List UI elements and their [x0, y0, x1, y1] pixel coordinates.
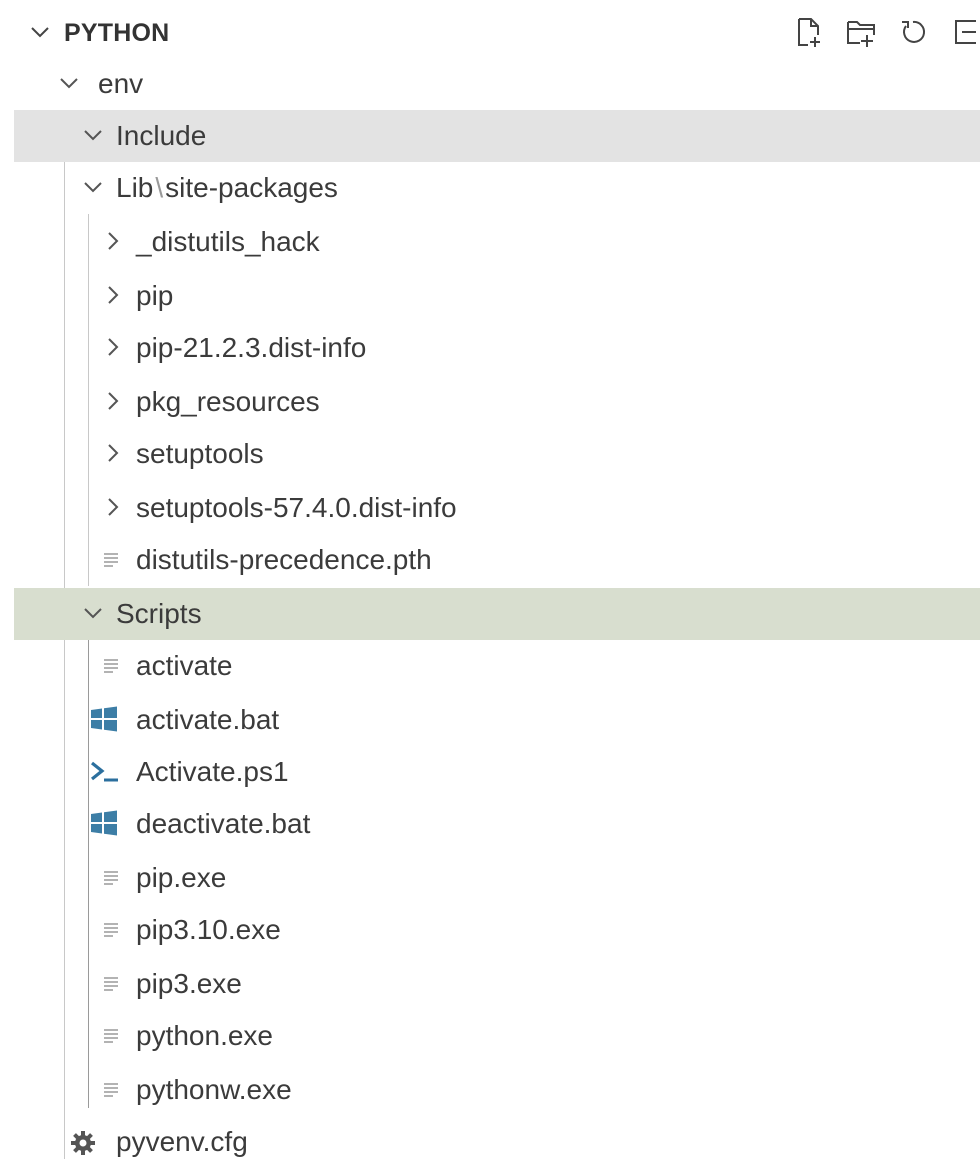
- path-separator: \: [155, 172, 164, 203]
- text-file-icon: [102, 550, 122, 570]
- text-file-icon: [102, 974, 122, 994]
- tree-row-pip-dist-info[interactable]: pip-21.2.3.dist-info: [14, 322, 980, 374]
- text-file-icon: [102, 920, 122, 940]
- collapse-all-icon[interactable]: [950, 16, 980, 48]
- tree-label: setuptools-57.4.0.dist-info: [136, 492, 457, 523]
- tree-row-setuptools-dist-info[interactable]: setuptools-57.4.0.dist-info: [14, 482, 980, 534]
- tree-label: Include: [116, 120, 207, 151]
- gear-icon: [70, 1130, 96, 1156]
- tree-row-lib-site-packages[interactable]: Lib\site-packages: [14, 162, 980, 214]
- tree-row-pip3-10-exe[interactable]: pip3.10.exe: [14, 904, 980, 956]
- chevron-down-icon: [58, 72, 80, 94]
- tree-row-include[interactable]: Include: [14, 110, 980, 162]
- chevron-right-icon: [102, 442, 124, 464]
- text-file-icon: [102, 868, 122, 888]
- text-file-icon: [102, 1026, 122, 1046]
- chevron-down-icon: [28, 20, 52, 44]
- text-file-icon: [102, 1080, 122, 1100]
- tree-row-pip3-exe[interactable]: pip3.exe: [14, 958, 980, 1010]
- tree-label: pip3.10.exe: [136, 914, 281, 945]
- chevron-down-icon: [82, 176, 104, 198]
- section-title: PYTHON: [64, 19, 170, 47]
- tree-row-pythonw-exe[interactable]: pythonw.exe: [14, 1064, 980, 1116]
- tree-row-scripts[interactable]: Scripts: [14, 588, 980, 640]
- tree-label: _distutils_hack: [136, 226, 320, 257]
- chevron-right-icon: [102, 230, 124, 252]
- tree-row-distutils-precedence[interactable]: distutils-precedence.pth: [14, 534, 980, 586]
- tree-row-pyvenv-cfg[interactable]: pyvenv.cfg: [14, 1116, 980, 1159]
- windows-icon: [90, 706, 118, 732]
- tree-row-env[interactable]: env: [14, 58, 980, 110]
- chevron-down-icon: [82, 124, 104, 146]
- windows-icon: [90, 810, 118, 836]
- tree-label: pip3.exe: [136, 968, 242, 999]
- tree-label: pip.exe: [136, 862, 227, 893]
- text-file-icon: [102, 656, 122, 676]
- tree-row-pkg-resources[interactable]: pkg_resources: [14, 376, 980, 428]
- tree-label: setuptools: [136, 438, 264, 469]
- explorer-panel: PYTHON env Include Lib\site-packages _di…: [0, 0, 980, 1159]
- tree-row-activate[interactable]: activate: [14, 640, 980, 692]
- chevron-right-icon: [102, 336, 124, 358]
- tree-row-activate-ps1[interactable]: Activate.ps1: [14, 746, 980, 798]
- new-folder-icon[interactable]: [846, 16, 876, 48]
- tree-row-activate-bat[interactable]: activate.bat: [14, 694, 980, 746]
- tree-label: env: [98, 68, 144, 99]
- tree-label: Activate.ps1: [136, 756, 289, 787]
- chevron-right-icon: [102, 284, 124, 306]
- tree-row-deactivate-bat[interactable]: deactivate.bat: [14, 798, 980, 850]
- powershell-icon: [90, 760, 122, 784]
- tree-row-python-exe[interactable]: python.exe: [14, 1010, 980, 1062]
- tree-row-setuptools[interactable]: setuptools: [14, 428, 980, 480]
- tree-row-distutils-hack[interactable]: _distutils_hack: [14, 216, 980, 268]
- refresh-icon[interactable]: [898, 16, 928, 48]
- new-file-icon[interactable]: [794, 16, 824, 48]
- tree-row-pip-exe[interactable]: pip.exe: [14, 852, 980, 904]
- tree-label: deactivate.bat: [136, 808, 311, 839]
- site-packages-label: site-packages: [165, 172, 338, 203]
- chevron-right-icon: [102, 496, 124, 518]
- tree-label: pkg_resources: [136, 386, 320, 417]
- tree-label: pyvenv.cfg: [116, 1126, 248, 1157]
- tree-label: pip: [136, 280, 174, 311]
- lib-label: Lib: [116, 172, 154, 203]
- tree-label: distutils-precedence.pth: [136, 544, 432, 575]
- header-actions: [794, 16, 980, 50]
- explorer-section-header[interactable]: PYTHON: [14, 6, 980, 58]
- tree-label: python.exe: [136, 1020, 273, 1051]
- tree-label: Scripts: [116, 598, 202, 629]
- tree-label: pythonw.exe: [136, 1074, 292, 1105]
- tree-label: Lib\site-packages: [116, 172, 338, 204]
- tree-label: pip-21.2.3.dist-info: [136, 332, 367, 363]
- chevron-right-icon: [102, 390, 124, 412]
- chevron-down-icon: [82, 602, 104, 624]
- tree-row-pip[interactable]: pip: [14, 270, 980, 322]
- tree-label: activate: [136, 650, 233, 681]
- tree-label: activate.bat: [136, 704, 280, 735]
